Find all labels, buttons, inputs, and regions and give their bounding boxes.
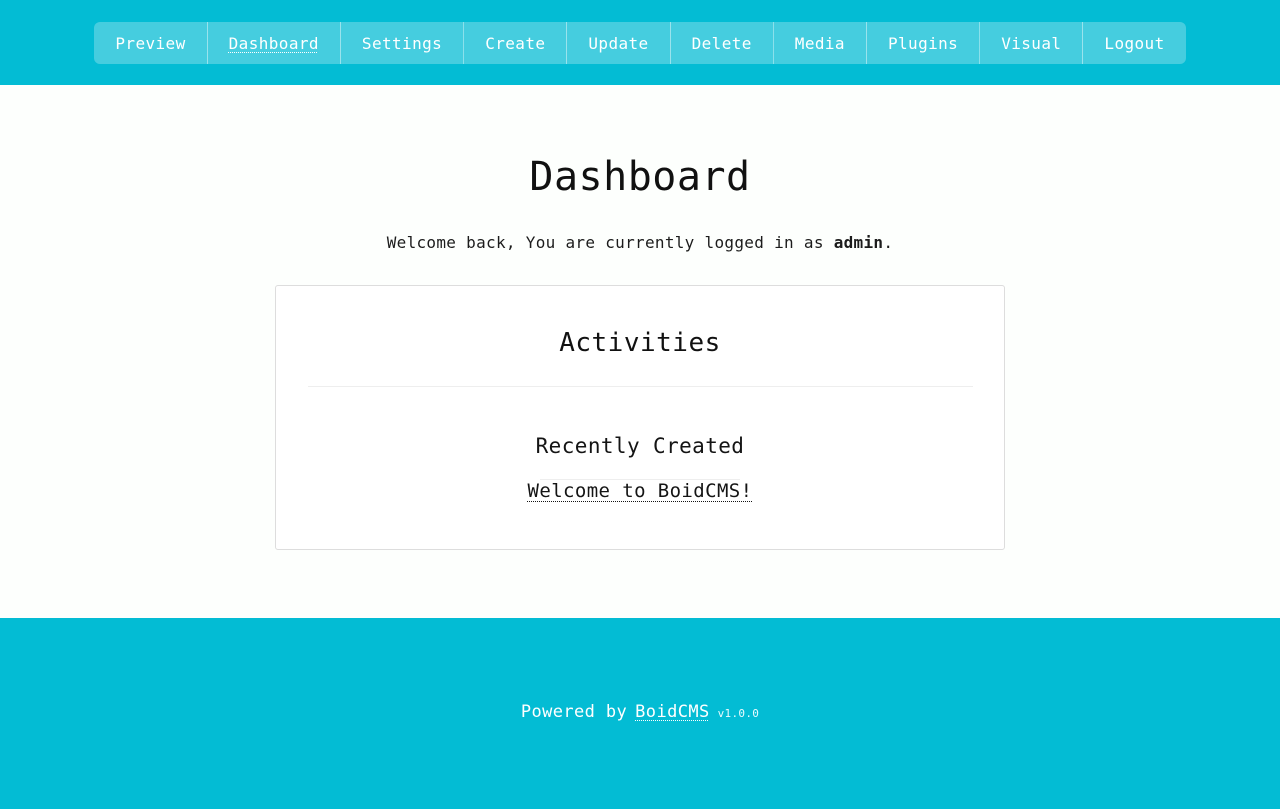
- activities-card: Activities Recently Created Welcome to B…: [275, 285, 1005, 550]
- activities-divider: [307, 386, 973, 387]
- recent-item-link[interactable]: Welcome to BoidCMS!: [528, 480, 753, 502]
- footer-credit: Powered by BoidCMS v1.0.0: [521, 702, 759, 722]
- nav-item-preview[interactable]: Preview: [94, 22, 208, 64]
- nav-item-dashboard[interactable]: Dashboard: [208, 22, 341, 64]
- site-footer: Powered by BoidCMS v1.0.0: [0, 618, 1280, 809]
- page-root: Preview Dashboard Settings Create Update Dele…: [0, 0, 1280, 809]
- nav-item-plugins[interactable]: Plugins: [867, 22, 979, 64]
- nav-item-logout[interactable]: Logout: [1083, 22, 1185, 64]
- nav-item-create[interactable]: Create: [464, 22, 568, 64]
- nav-group-3: Visual Logout: [980, 22, 1186, 64]
- welcome-prefix: Welcome back, You are currently logged i…: [386, 233, 834, 252]
- nav-group-2: Media Plugins: [773, 22, 981, 64]
- recently-created-list: Welcome to BoidCMS!: [528, 480, 753, 502]
- welcome-suffix: .: [883, 233, 894, 252]
- nav-item-visual[interactable]: Visual: [980, 22, 1084, 64]
- activities-title: Activities: [559, 328, 721, 358]
- footer-version: v1.0.0: [717, 707, 760, 720]
- nav-item-delete[interactable]: Delete: [671, 22, 773, 64]
- welcome-message: Welcome back, You are currently logged i…: [387, 233, 894, 252]
- nav-group-1: Create Update Delete: [464, 22, 774, 64]
- site-header: Preview Dashboard Settings Create Update Dele…: [0, 0, 1280, 85]
- welcome-username: admin: [833, 233, 884, 252]
- main-content: Dashboard Welcome back, You are currentl…: [0, 85, 1280, 618]
- nav-item-media[interactable]: Media: [774, 22, 867, 64]
- page-title: Dashboard: [529, 154, 751, 200]
- recently-created-title: Recently Created: [535, 434, 745, 458]
- nav-item-settings[interactable]: Settings: [341, 22, 463, 64]
- footer-powered-by-label: Powered by: [520, 702, 628, 722]
- footer-brand-link[interactable]: BoidCMS: [635, 702, 709, 722]
- nav-group-0: Preview Dashboard Settings: [94, 22, 465, 64]
- nav-item-update[interactable]: Update: [567, 22, 671, 64]
- main-navigation: Preview Dashboard Settings Create Update Dele…: [94, 22, 1186, 64]
